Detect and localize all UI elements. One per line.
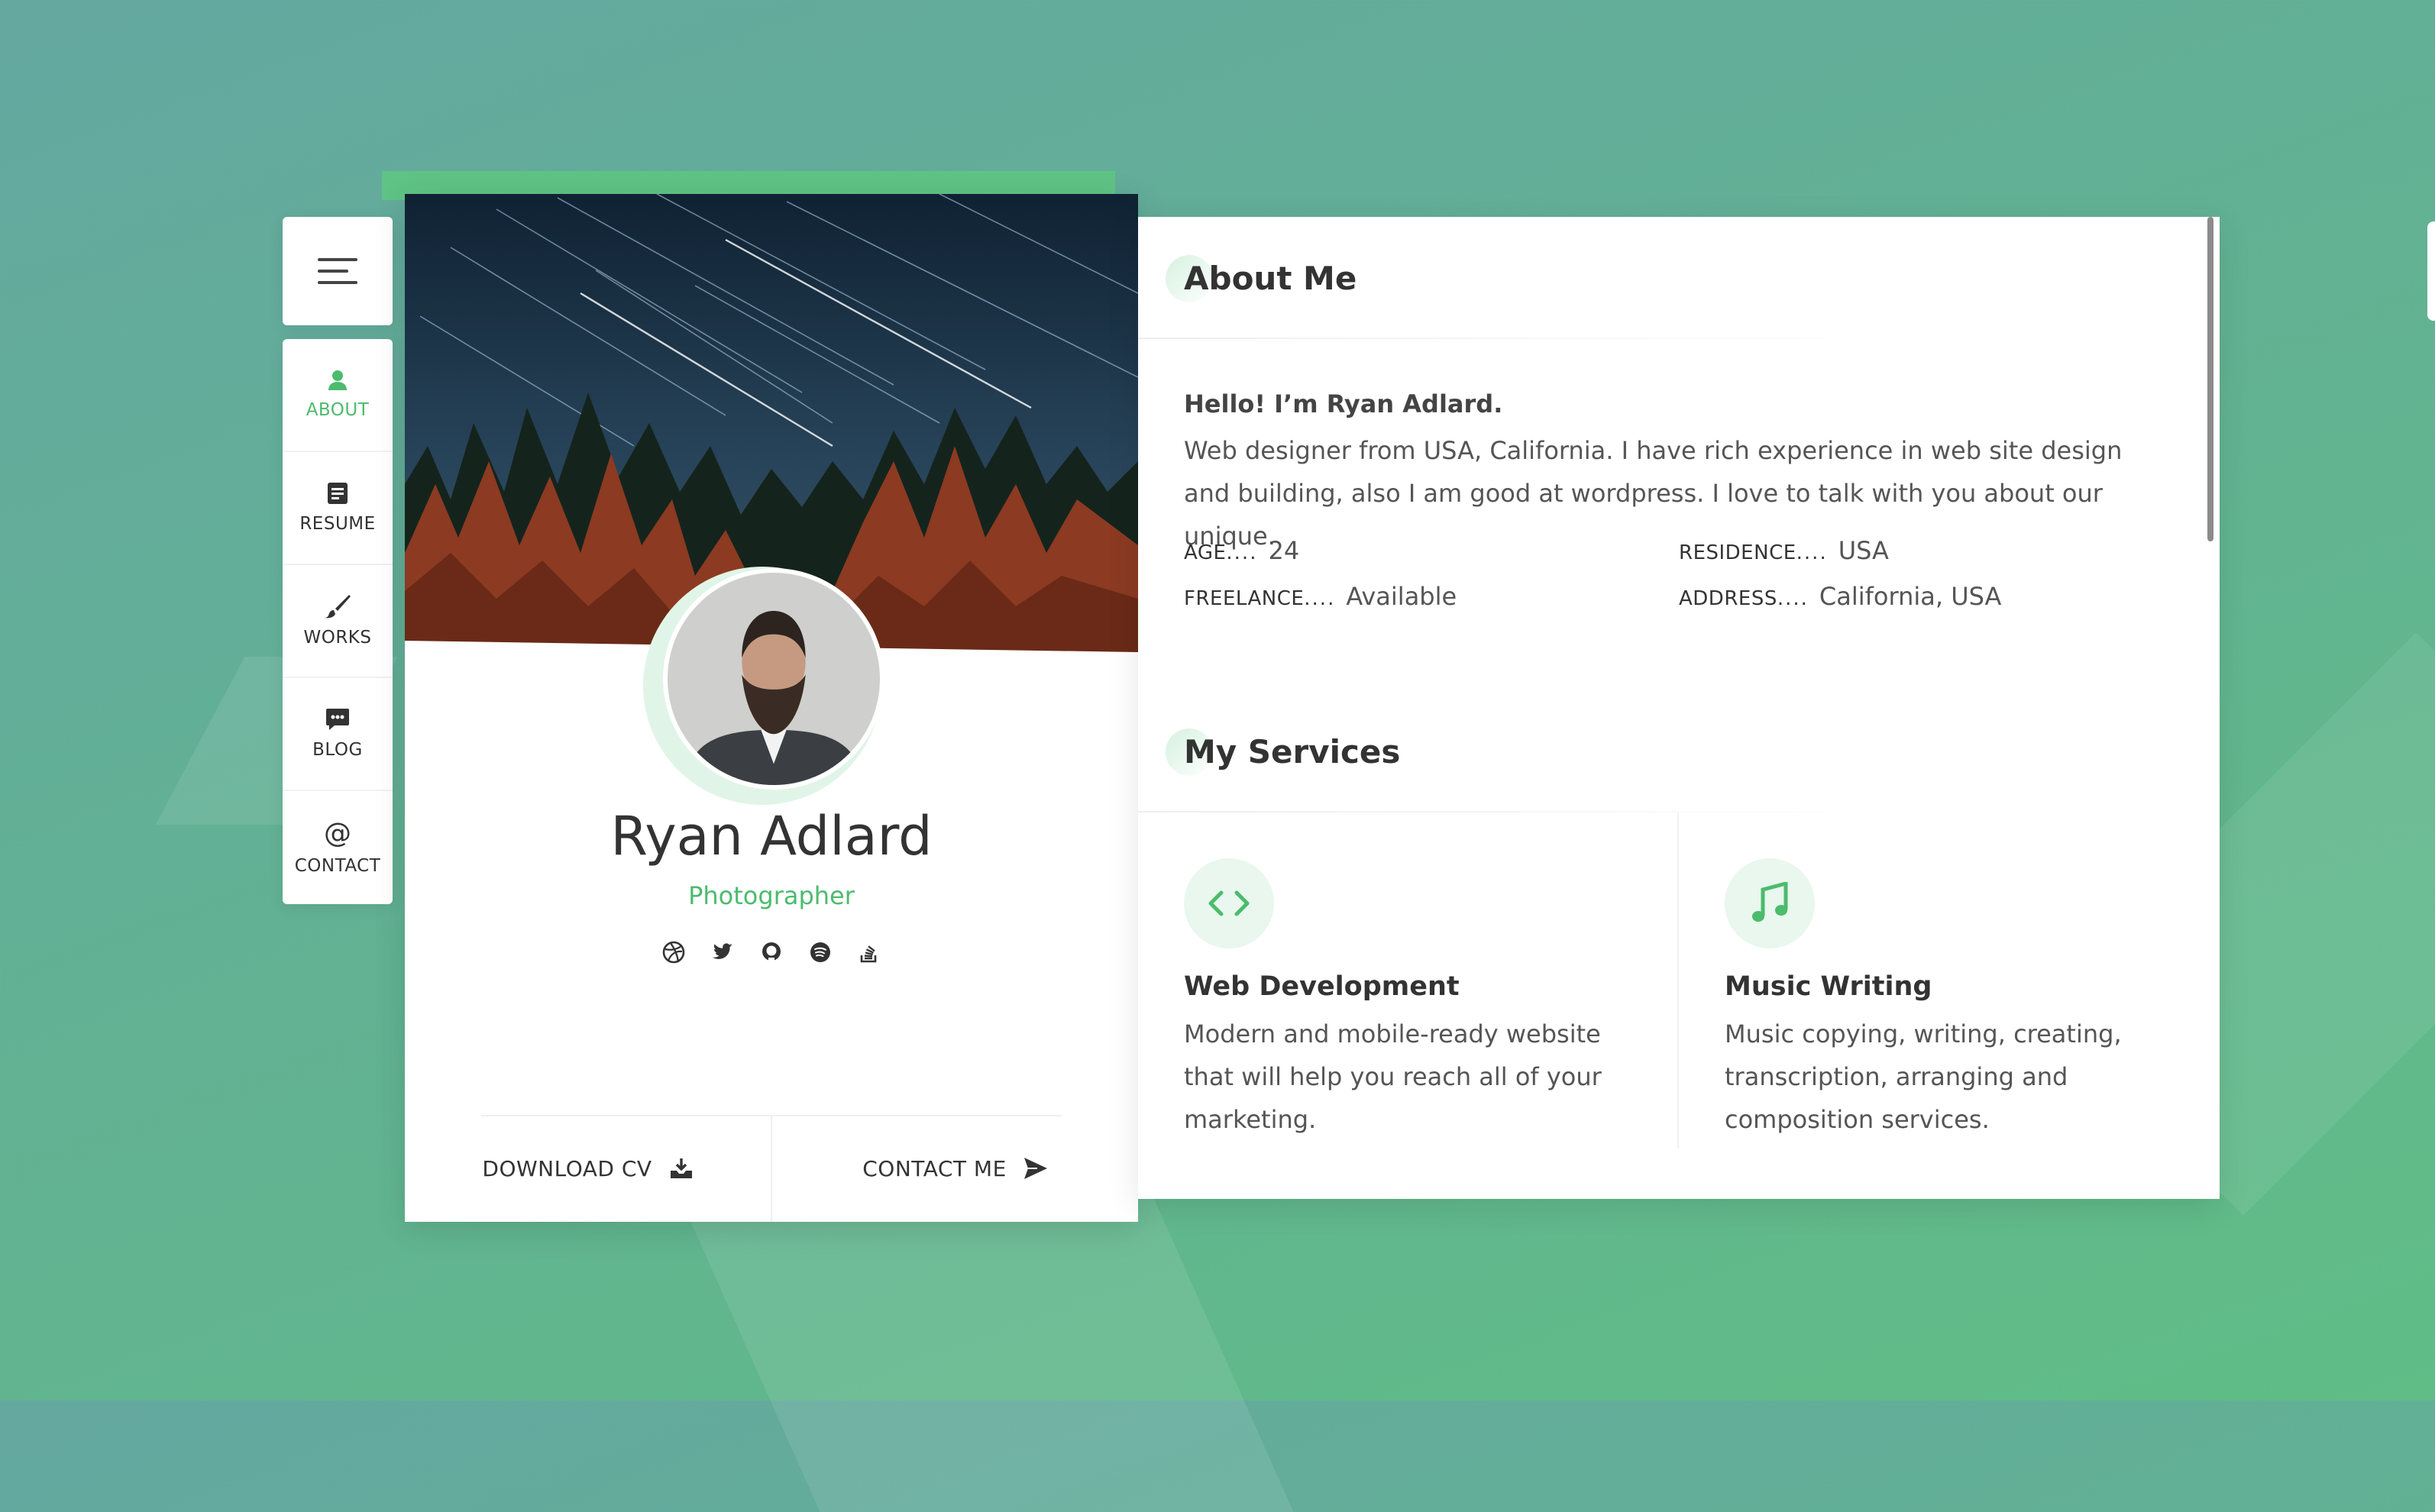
- profile-card: Ryan Adlard Photographer DOWNLOAD CV CON…: [405, 194, 1138, 1222]
- code-icon: [1208, 890, 1250, 916]
- nav-label: ABOUT: [306, 400, 370, 420]
- service-card: Web Development Modern and mobile-ready …: [1184, 858, 1657, 1141]
- music-icon: [1752, 882, 1788, 922]
- services-title: My Services: [1166, 729, 1401, 776]
- hamburger-icon: [318, 270, 348, 273]
- info-dots: ....: [1226, 541, 1258, 564]
- divider: [1138, 338, 1902, 339]
- profile-role: Photographer: [688, 881, 855, 910]
- service-icon-badge: [1184, 858, 1274, 948]
- info-age: AGE.... 24: [1184, 536, 1299, 565]
- download-cv-button[interactable]: DOWNLOAD CV: [405, 1115, 771, 1222]
- at-icon: @: [324, 819, 351, 847]
- info-freelance: FREELANCE.... Available: [1184, 582, 1457, 611]
- nav-item-about[interactable]: ABOUT: [283, 339, 393, 452]
- info-value: USA: [1838, 536, 1889, 565]
- hamburger-icon: [318, 281, 357, 284]
- info-dots: ....: [1777, 587, 1809, 610]
- info-value: 24: [1268, 536, 1300, 565]
- chat-icon: [326, 709, 349, 730]
- dribbble-icon[interactable]: [662, 941, 685, 964]
- nav-label: RESUME: [299, 514, 376, 534]
- about-title-text: About Me: [1184, 260, 1357, 297]
- about-greeting: Hello! I’m Ryan Adlard.: [1184, 389, 1503, 418]
- hamburger-icon: [318, 258, 357, 261]
- background-shape: [677, 1191, 1294, 1512]
- stackoverflow-icon[interactable]: [858, 941, 881, 964]
- service-card: Music Writing Music copying, writing, cr…: [1725, 858, 2198, 1141]
- brush-icon: [325, 595, 351, 619]
- service-name: Music Writing: [1725, 971, 1932, 1002]
- side-nav: ABOUT RESUME WORKS BLOG @ CONTACT: [283, 339, 393, 904]
- info-dots: ....: [1796, 541, 1828, 564]
- info-label: RESIDENCE: [1679, 541, 1796, 564]
- content-panel: About Me Hello! I’m Ryan Adlard. Web des…: [1138, 217, 2220, 1199]
- nav-item-resume[interactable]: RESUME: [283, 452, 393, 565]
- menu-toggle-button[interactable]: [283, 217, 393, 325]
- info-label: ADDRESS: [1679, 587, 1777, 610]
- svg-text:@: @: [324, 819, 351, 847]
- service-description: Modern and mobile-ready website that wil…: [1184, 1019, 1602, 1134]
- info-label: FREELANCE: [1184, 587, 1305, 610]
- social-links: [405, 941, 1138, 964]
- download-icon: [670, 1158, 692, 1178]
- services-title-text: My Services: [1184, 733, 1401, 771]
- service-description: Music copying, writing, creating, transc…: [1725, 1019, 2122, 1134]
- nav-item-blog[interactable]: BLOG: [283, 678, 393, 791]
- about-title: About Me: [1166, 255, 1357, 302]
- card-actions: DOWNLOAD CV CONTACT ME: [405, 1115, 1138, 1222]
- document-icon: [328, 483, 348, 504]
- nav-label: WORKS: [303, 628, 372, 648]
- info-dots: ....: [1304, 587, 1336, 610]
- contact-me-button[interactable]: CONTACT ME: [771, 1115, 1138, 1222]
- nav-label: CONTACT: [294, 856, 381, 876]
- divider: [1677, 813, 1679, 1149]
- info-value: Available: [1346, 582, 1457, 611]
- contact-me-label: CONTACT ME: [862, 1155, 1007, 1181]
- twitter-icon[interactable]: [711, 941, 734, 964]
- nav-label: BLOG: [312, 740, 363, 760]
- about-bio: Web designer from USA, California. I hav…: [1184, 436, 2123, 551]
- nav-item-contact[interactable]: @ CONTACT: [283, 791, 393, 904]
- profile-name: Ryan Adlard: [610, 805, 933, 867]
- divider: [1138, 811, 1902, 813]
- download-cv-label: DOWNLOAD CV: [482, 1155, 652, 1181]
- github-icon[interactable]: [760, 941, 783, 964]
- avatar: [663, 568, 884, 790]
- info-label: AGE: [1184, 541, 1227, 564]
- user-icon: [328, 370, 347, 390]
- nav-item-works[interactable]: WORKS: [283, 565, 393, 678]
- info-address: ADDRESS.... California, USA: [1679, 582, 2001, 611]
- side-panel-tab[interactable]: [2427, 221, 2435, 321]
- avatar-photo: [668, 573, 880, 785]
- spotify-icon[interactable]: [809, 941, 832, 964]
- info-residence: RESIDENCE.... USA: [1679, 536, 1889, 565]
- info-value: California, USA: [1819, 582, 2002, 611]
- service-name: Web Development: [1184, 971, 1460, 1002]
- send-icon: [1023, 1158, 1047, 1179]
- service-icon-badge: [1725, 858, 1815, 948]
- scrollbar[interactable]: [2207, 217, 2213, 541]
